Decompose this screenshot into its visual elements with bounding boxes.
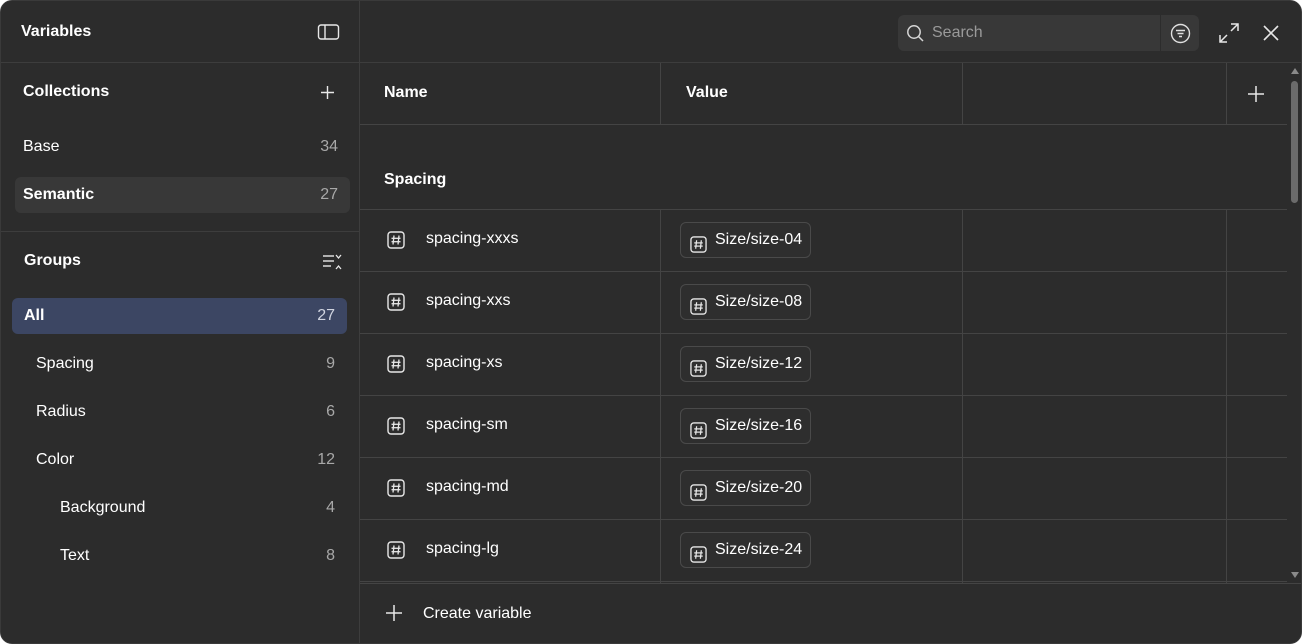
variable-value-pill[interactable]: Size/size-12 bbox=[680, 346, 812, 382]
group-label: All bbox=[24, 307, 45, 324]
group-label: Spacing bbox=[36, 355, 94, 372]
group-item-radius[interactable]: Radius 6 bbox=[12, 394, 347, 430]
group-header-label: Spacing bbox=[384, 171, 447, 188]
column-divider bbox=[660, 63, 661, 125]
collection-label: Base bbox=[23, 138, 60, 155]
variables-table: Name Value Spacing spacing-xxxsSize/siz bbox=[360, 63, 1287, 583]
group-count: 8 bbox=[326, 547, 335, 564]
alias-number-icon bbox=[690, 418, 707, 452]
column-header-value: Value bbox=[686, 84, 728, 101]
alias-number-icon bbox=[690, 542, 707, 576]
variables-window: Variables Collections Base 34 Semantic 2… bbox=[0, 0, 1302, 644]
number-variable-icon bbox=[387, 417, 405, 440]
number-variable-icon bbox=[387, 293, 405, 316]
search-box bbox=[898, 15, 1160, 51]
table-row[interactable]: spacing-lg Size/size-24 bbox=[360, 520, 1287, 582]
search-input[interactable] bbox=[932, 15, 1152, 51]
variable-name: spacing-md bbox=[426, 478, 509, 495]
plus-icon bbox=[385, 604, 403, 627]
variable-value-pill[interactable]: Size/size-04 bbox=[680, 222, 812, 258]
scroll-down-arrow-icon[interactable] bbox=[1290, 571, 1300, 579]
group-header-row: Spacing bbox=[360, 125, 1287, 210]
column-header-name: Name bbox=[384, 84, 428, 101]
variable-value-pill[interactable]: Size/size-08 bbox=[680, 284, 812, 320]
variable-value-pill[interactable]: Size/size-24 bbox=[680, 532, 812, 568]
variable-value: Size/size-16 bbox=[715, 417, 803, 434]
collection-label: Semantic bbox=[23, 186, 95, 203]
group-item-all[interactable]: All 27 bbox=[12, 298, 347, 334]
variable-value-pill[interactable]: Size/size-20 bbox=[680, 470, 812, 506]
collapse-groups-icon[interactable] bbox=[321, 252, 343, 277]
groups-title: Groups bbox=[24, 252, 81, 269]
alias-number-icon bbox=[690, 232, 707, 266]
number-variable-icon bbox=[387, 541, 405, 564]
column-divider bbox=[962, 63, 963, 125]
filter-button[interactable] bbox=[1161, 15, 1199, 51]
sidebar-header: Variables bbox=[1, 1, 359, 63]
variable-name: spacing-lg bbox=[426, 540, 499, 557]
sidebar: Variables Collections Base 34 Semantic 2… bbox=[1, 1, 360, 643]
group-count: 4 bbox=[326, 499, 335, 516]
main-panel: Name Value Spacing spacing-xxxsSize/siz bbox=[360, 1, 1301, 643]
alias-number-icon bbox=[690, 480, 707, 514]
variable-value-pill[interactable]: Size/size-16 bbox=[680, 408, 812, 444]
table-row[interactable]: spacing-xs Size/size-12 bbox=[360, 334, 1287, 396]
scroll-thumb[interactable] bbox=[1291, 81, 1298, 203]
variable-value: Size/size-08 bbox=[715, 293, 803, 310]
table-row[interactable]: spacing-sm Size/size-16 bbox=[360, 396, 1287, 458]
alias-number-icon bbox=[690, 356, 707, 390]
group-count: 9 bbox=[326, 355, 335, 372]
variable-value: Size/size-12 bbox=[715, 355, 803, 372]
group-item-text[interactable]: Text 8 bbox=[12, 538, 347, 574]
table-row[interactable]: spacing-xxs Size/size-08 bbox=[360, 272, 1287, 334]
panel-title: Variables bbox=[21, 23, 92, 40]
variable-value: Size/size-20 bbox=[715, 479, 803, 496]
alias-number-icon bbox=[690, 294, 707, 328]
create-variable-button[interactable]: Create variable bbox=[360, 583, 1301, 643]
variable-name: spacing-xxs bbox=[426, 292, 511, 309]
sidebar-divider bbox=[1, 231, 359, 232]
scroll-up-arrow-icon[interactable] bbox=[1290, 67, 1300, 75]
table-row[interactable]: spacing-xxxs Size/size-04 bbox=[360, 210, 1287, 272]
number-variable-icon bbox=[387, 479, 405, 502]
group-label: Radius bbox=[36, 403, 86, 420]
expand-icon[interactable] bbox=[1218, 22, 1240, 49]
filter-icon bbox=[1170, 23, 1191, 44]
variable-name: spacing-xs bbox=[426, 354, 503, 371]
variable-value: Size/size-24 bbox=[715, 541, 803, 558]
table-header: Name Value bbox=[360, 63, 1287, 125]
group-label: Color bbox=[36, 451, 75, 468]
add-collection-plus-icon[interactable] bbox=[319, 84, 336, 106]
variable-name: spacing-xxxs bbox=[426, 230, 519, 247]
group-count: 27 bbox=[317, 307, 335, 324]
column-divider bbox=[1226, 63, 1227, 125]
group-label: Background bbox=[60, 499, 146, 516]
number-variable-icon bbox=[387, 231, 405, 254]
collection-count: 34 bbox=[320, 138, 338, 155]
collection-item-semantic[interactable]: Semantic 27 bbox=[15, 177, 350, 213]
create-variable-label: Create variable bbox=[423, 605, 532, 622]
group-item-spacing[interactable]: Spacing 9 bbox=[12, 346, 347, 382]
sidebar-toggle-icon[interactable] bbox=[317, 22, 341, 42]
group-count: 6 bbox=[326, 403, 335, 420]
number-variable-icon bbox=[387, 355, 405, 378]
top-bar bbox=[360, 1, 1301, 63]
group-label: Text bbox=[60, 547, 90, 564]
collection-item-base[interactable]: Base 34 bbox=[15, 129, 350, 165]
search-icon bbox=[906, 24, 925, 48]
add-mode-plus-icon[interactable] bbox=[1247, 85, 1265, 108]
variable-name: spacing-sm bbox=[426, 416, 508, 433]
collection-count: 27 bbox=[320, 186, 338, 203]
scrollbar[interactable] bbox=[1287, 63, 1301, 583]
collections-title: Collections bbox=[23, 83, 110, 100]
variable-value: Size/size-04 bbox=[715, 231, 803, 248]
group-item-color[interactable]: Color 12 bbox=[12, 442, 347, 478]
table-row[interactable]: spacing-md Size/size-20 bbox=[360, 458, 1287, 520]
group-count: 12 bbox=[317, 451, 335, 468]
close-icon[interactable] bbox=[1261, 23, 1281, 48]
group-item-background[interactable]: Background 4 bbox=[12, 490, 347, 526]
